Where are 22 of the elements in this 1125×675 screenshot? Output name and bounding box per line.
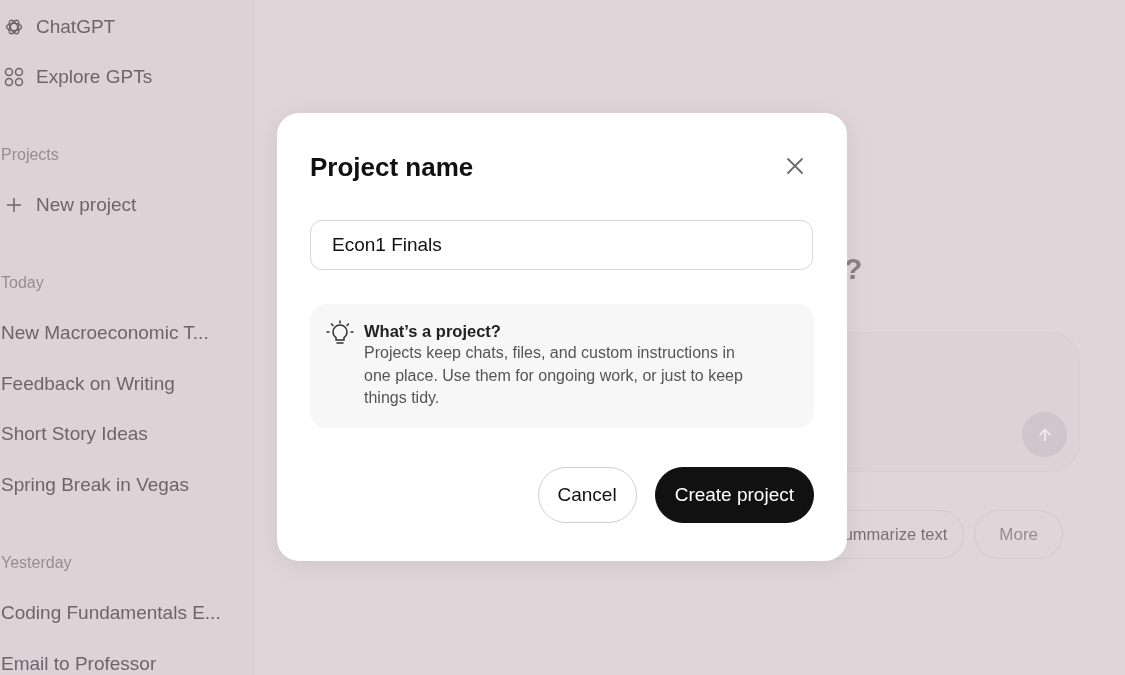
chat-item[interactable]: Spring Break in Vegas xyxy=(0,459,253,510)
plus-icon xyxy=(4,195,24,215)
chat-item[interactable]: New Macroeconomic T... xyxy=(0,308,253,359)
chat-item[interactable]: Short Story Ideas xyxy=(0,409,253,460)
chat-item[interactable]: Coding Fundamentals E... xyxy=(0,588,253,639)
dialog-title: Project name xyxy=(310,151,474,183)
sidebar-item[interactable]: Explore GPTs xyxy=(0,52,253,102)
chat-item[interactable]: Email to Professor xyxy=(0,638,253,675)
new-project-item[interactable]: New project xyxy=(0,180,253,230)
name-input[interactable]: Econ1 Finals xyxy=(310,220,813,270)
section-heading: Today xyxy=(0,273,45,293)
info-title: What’s a project? xyxy=(364,321,502,342)
logo-icon xyxy=(4,17,24,37)
section-heading: Projects xyxy=(0,145,60,165)
create-button[interactable]: Create project xyxy=(654,467,814,523)
sidebar-item[interactable]: ChatGPT xyxy=(0,2,253,52)
cancel-button[interactable]: Cancel xyxy=(537,467,637,523)
info-text: Projects keep chats, files, and custom instructions in one place. Use them for ongoing work, or just to keep things tidy. xyxy=(364,343,744,408)
grid-icon xyxy=(4,67,24,87)
section-heading: Yesterday xyxy=(0,553,73,573)
heading-fragment: ? xyxy=(844,252,863,286)
chat-item[interactable]: Feedback on Writing xyxy=(0,358,253,409)
